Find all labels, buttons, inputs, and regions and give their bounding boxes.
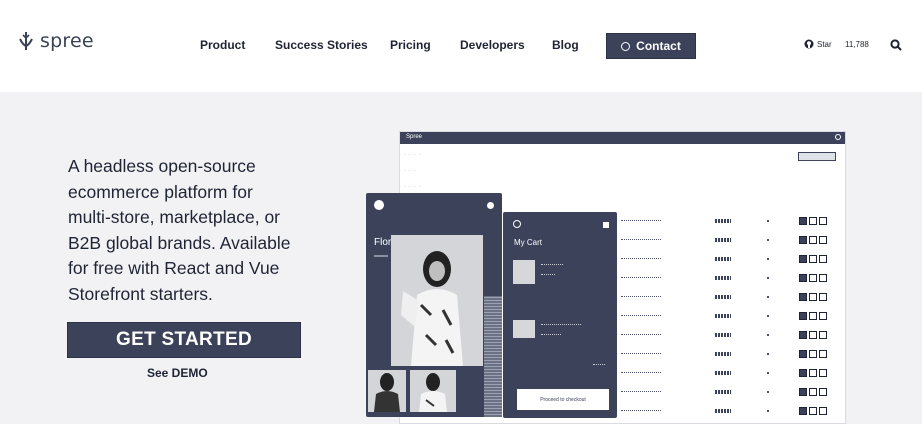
image-pattern-strip <box>484 296 502 417</box>
admin-table-row <box>621 274 837 284</box>
hero-line: multi-store, marketplace, or <box>68 207 281 227</box>
checkout-button: Proceed to checkout <box>517 389 609 410</box>
admin-table-row <box>621 388 837 398</box>
cart-icon <box>603 222 609 228</box>
nav-developers[interactable]: Developers <box>460 38 525 52</box>
nav-success-stories[interactable]: Success Stories <box>275 38 368 52</box>
hero-headline: A headless open-source ecommerce platfor… <box>68 154 328 307</box>
cart-panel-mockup: My Cart Proceed to checkout <box>503 212 617 418</box>
back-icon <box>374 200 384 210</box>
hero-line: Storefront starters. <box>68 283 213 304</box>
see-demo-link[interactable]: See DEMO <box>147 366 208 380</box>
cart-item-line <box>541 274 555 275</box>
admin-user-icon <box>835 134 841 140</box>
spree-logo[interactable]: spree <box>18 30 94 52</box>
site-header: spree Product Success Stories Pricing De… <box>0 0 922 92</box>
get-started-button[interactable]: GET STARTED <box>67 322 301 358</box>
admin-table-row <box>621 407 837 417</box>
cart-item-thumbnail <box>513 320 535 338</box>
nav-product[interactable]: Product <box>200 38 245 52</box>
github-star-count: 11,788 <box>845 40 869 49</box>
product-thumbnail <box>368 370 406 412</box>
logo-text: spree <box>40 30 94 52</box>
hero-line: ecommerce platform for <box>68 181 253 202</box>
github-star-label: Star <box>817 39 832 49</box>
product-divider <box>374 255 388 257</box>
admin-table-row <box>621 331 837 341</box>
admin-table-row <box>621 293 837 303</box>
nav-pricing[interactable]: Pricing <box>390 38 431 52</box>
cart-item-thumbnail <box>513 260 535 284</box>
admin-table-row <box>621 350 837 360</box>
nav-blog[interactable]: Blog <box>552 38 579 52</box>
admin-new-button <box>798 152 836 161</box>
product-photo <box>391 235 483 366</box>
sidebar-row: · · · <box>404 168 417 174</box>
cart-item-line <box>541 334 561 335</box>
github-icon <box>804 39 814 49</box>
admin-table-row <box>621 312 837 322</box>
contact-label: Contact <box>636 39 681 53</box>
contact-icon <box>621 41 631 51</box>
search-icon <box>890 39 902 51</box>
admin-table-row <box>621 217 837 227</box>
admin-table-row <box>621 255 837 265</box>
admin-topbar: Spree <box>400 132 845 144</box>
github-star-button[interactable]: Star <box>804 39 832 49</box>
hero-line: B2B global brands. Available <box>68 232 291 253</box>
sidebar-row: · · · · <box>404 152 422 158</box>
spree-logo-icon <box>19 32 33 50</box>
cart-total-line <box>593 364 605 365</box>
hero-line: A headless open-source <box>68 156 256 176</box>
product-thumbnail <box>410 370 456 412</box>
cart-item-line <box>541 264 563 265</box>
cart-item-line <box>541 324 581 325</box>
cart-title: My Cart <box>514 238 542 247</box>
admin-table-row <box>621 369 837 379</box>
admin-logo: Spree <box>406 134 423 140</box>
close-icon <box>513 220 521 228</box>
favorite-icon <box>487 202 494 209</box>
admin-table-row <box>621 236 837 246</box>
search-button[interactable] <box>890 38 902 56</box>
contact-button[interactable]: Contact <box>606 33 696 59</box>
hero-line: for free with React and Vue <box>68 258 280 278</box>
